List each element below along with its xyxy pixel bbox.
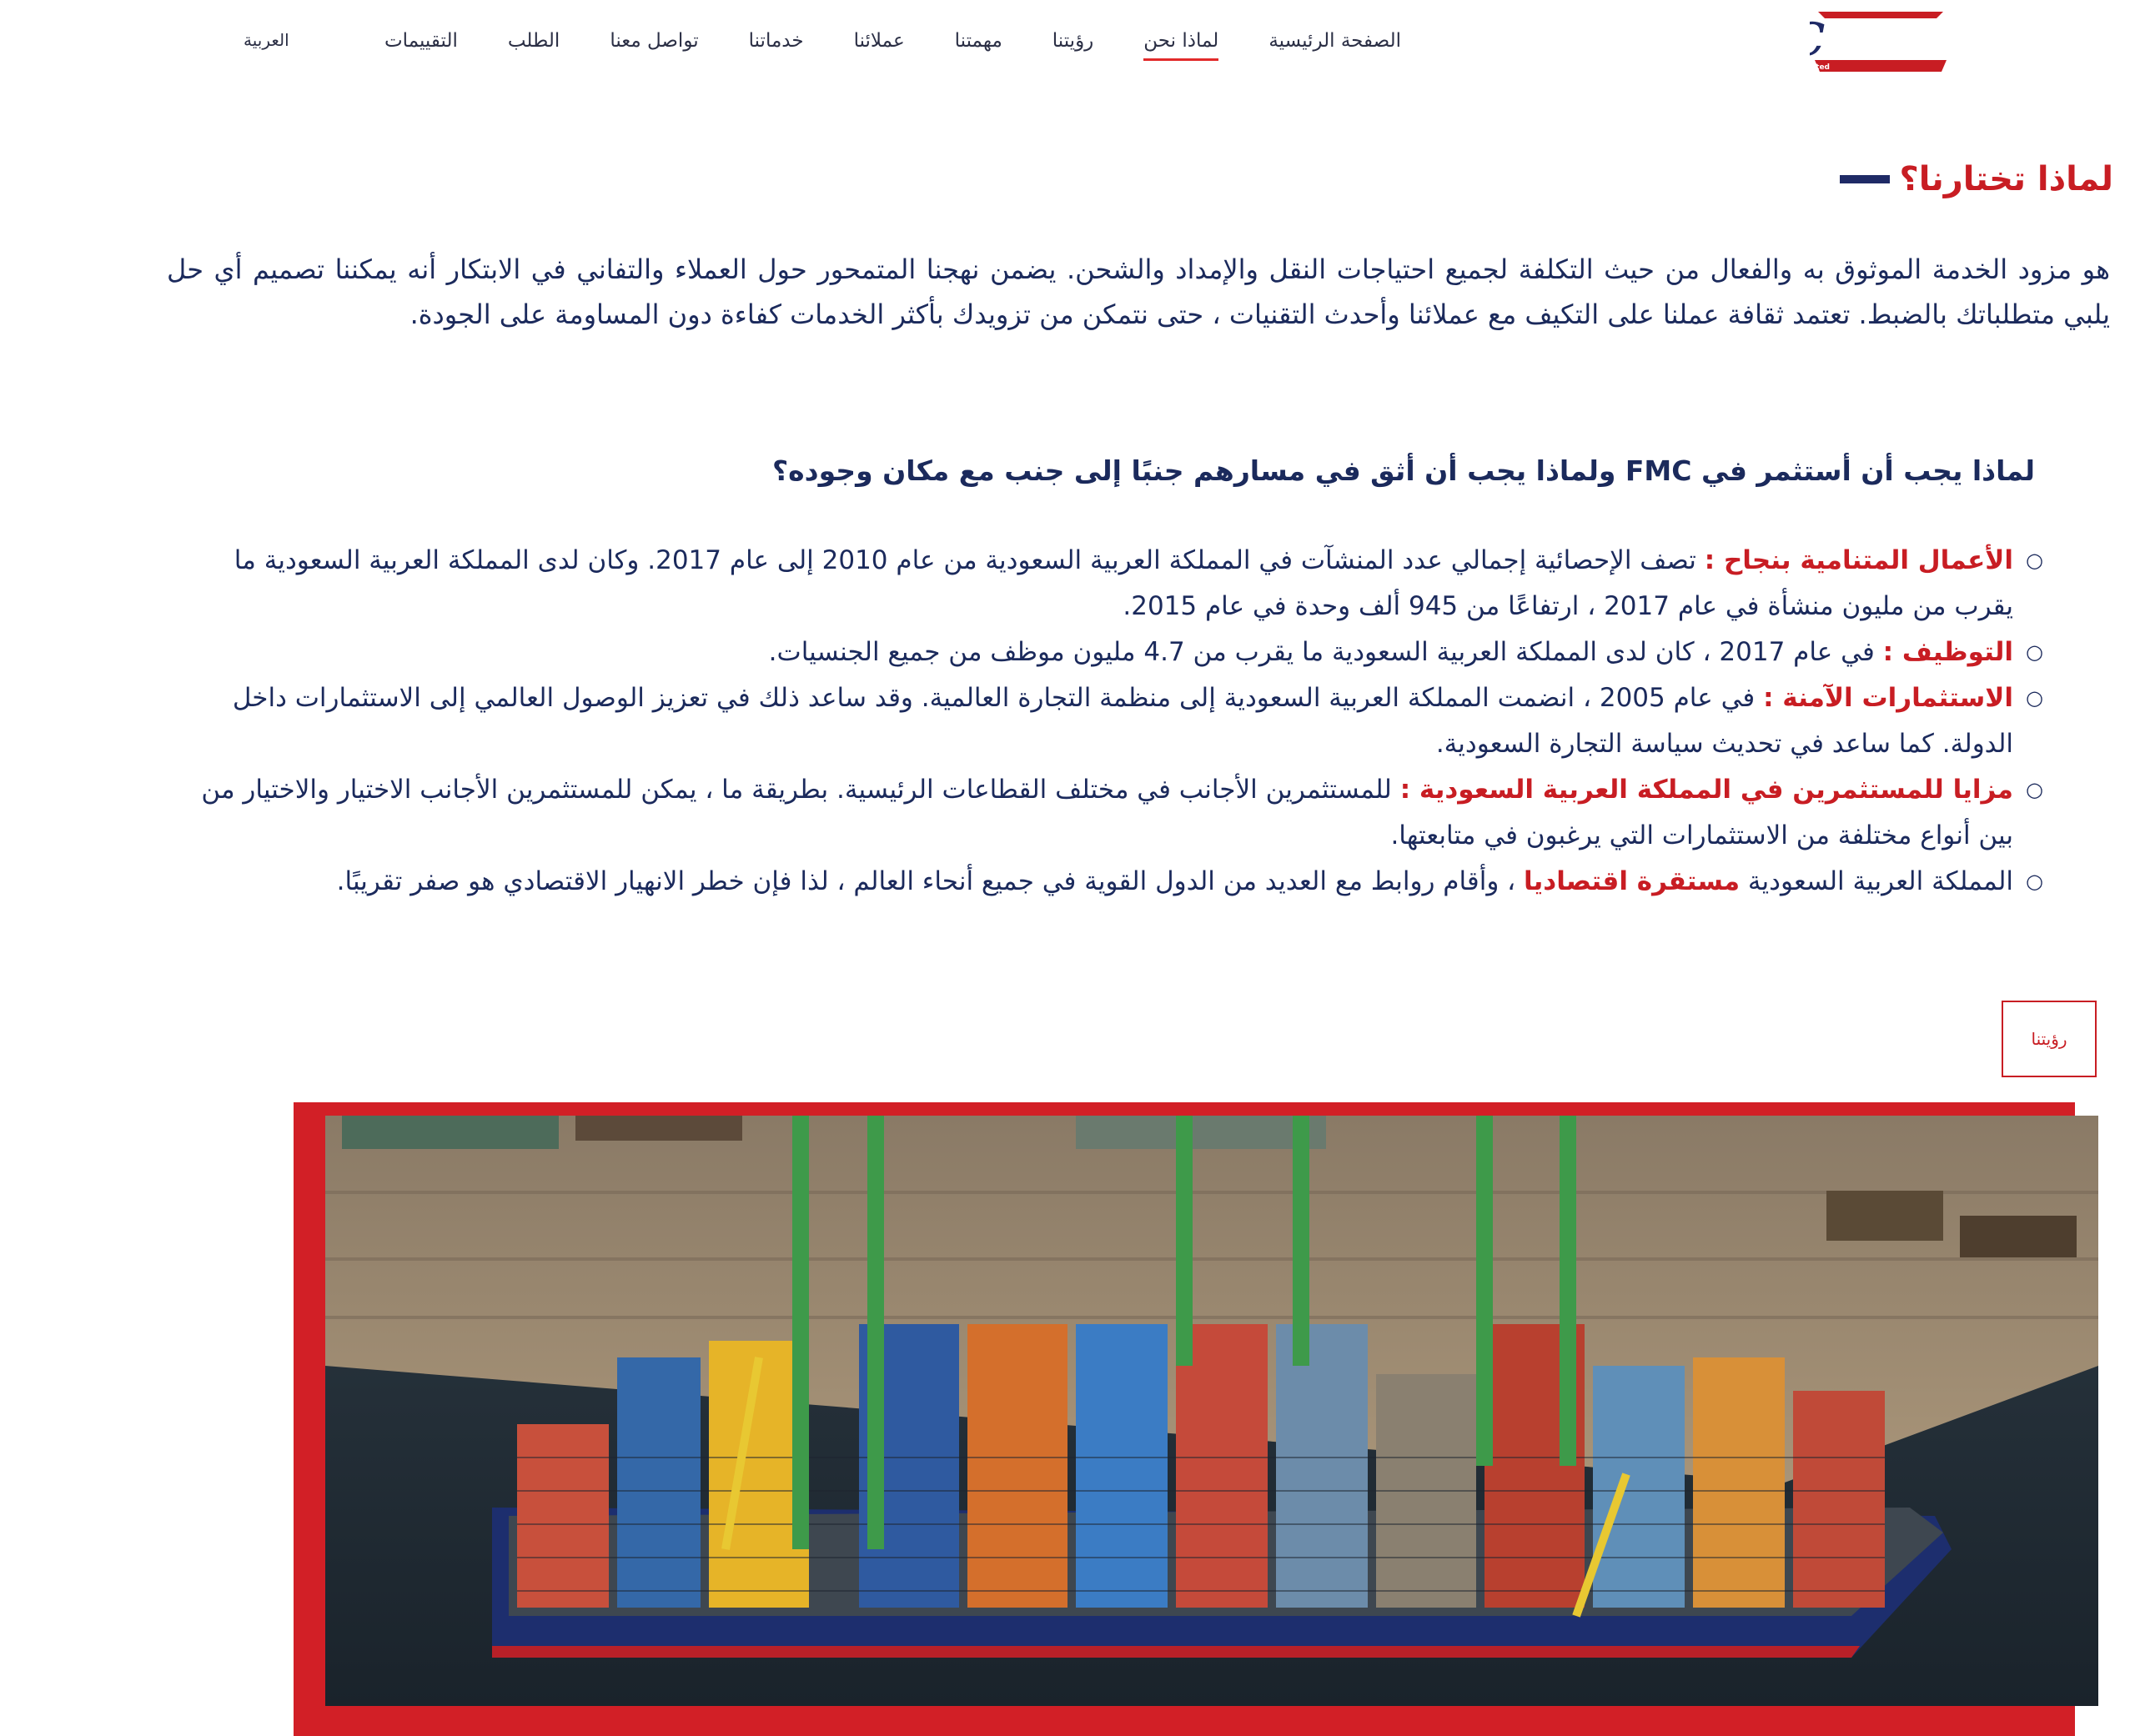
point-title: مزايا للمستثمرين في المملكة العربية السع… [1399, 775, 2013, 805]
nav-order[interactable]: الطلب [508, 30, 560, 61]
nav-services[interactable]: خدماتنا [749, 30, 804, 61]
nav-mission[interactable]: مهمتنا [955, 30, 1002, 61]
point-text: في عام 2005 ، انضمت المملكة العربية السع… [232, 683, 2013, 759]
language-switch[interactable]: العربية [244, 30, 289, 50]
list-item: الاستثمارات الآمنة : في عام 2005 ، انضمت… [175, 675, 2043, 767]
site-header: FMC Globally Connected Locally Invested … [0, 0, 2135, 92]
logo-tagline: Globally Connected Locally Invested [1810, 63, 1830, 72]
nav-why-us[interactable]: لماذا نحن [1143, 30, 1219, 61]
list-item: المملكة العربية السعودية مستقرة اقتصاديا… [175, 859, 2043, 905]
benefits-list: الأعمال المتنامية بنجاح : تصف الإحصائية … [175, 538, 2043, 905]
point-title: التوظيف : [1882, 637, 2013, 667]
point-text: في عام 2017 ، كان لدى المملكة العربية ال… [768, 637, 1883, 667]
why-us-heading: لماذا تختارنا؟ [1839, 160, 2113, 198]
vision-button[interactable]: رؤيتنا [2002, 1001, 2097, 1077]
nav-contact[interactable]: تواصل معنا [610, 30, 698, 61]
container-ship-illustration [325, 1116, 2098, 1706]
section-title: لماذا تختارنا؟ [1899, 160, 2113, 198]
container-ship-image [325, 1116, 2098, 1706]
title-accent-bar [1839, 175, 1890, 183]
point-title: الاستثمارات الآمنة : [1763, 683, 2013, 713]
main-nav: الصفحة الرئيسية لماذا نحن رؤيتنا مهمتنا … [334, 30, 1401, 61]
fmc-logo[interactable]: FMC Globally Connected Locally Invested [1810, 7, 1952, 75]
nav-vision[interactable]: رؤيتنا [1052, 30, 1094, 61]
nav-clients[interactable]: عملائنا [854, 30, 905, 61]
logo-text: FMC [1810, 13, 1825, 66]
point-title: الأعمال المتنامية بنجاح : [1704, 545, 2013, 575]
nav-home[interactable]: الصفحة الرئيسية [1268, 30, 1401, 61]
list-item: الأعمال المتنامية بنجاح : تصف الإحصائية … [175, 538, 2043, 630]
list-item: التوظيف : في عام 2017 ، كان لدى المملكة … [175, 630, 2043, 675]
page: FMC Globally Connected Locally Invested … [0, 0, 2135, 1736]
point-text: ، وأقام روابط مع العديد من الدول القوية … [336, 866, 1525, 896]
nav-reviews[interactable]: التقييمات [384, 30, 458, 61]
list-item: مزايا للمستثمرين في المملكة العربية السع… [175, 767, 2043, 859]
invest-subheading: لماذا يجب أن أستثمر في FMC ولماذا يجب أن… [772, 454, 2035, 487]
point-prefix: المملكة العربية السعودية [1740, 866, 2013, 896]
intro-paragraph: هو مزود الخدمة الموثوق به والفعال من حيث… [167, 253, 2110, 330]
point-title: مستقرة اقتصاديا [1524, 866, 1741, 896]
